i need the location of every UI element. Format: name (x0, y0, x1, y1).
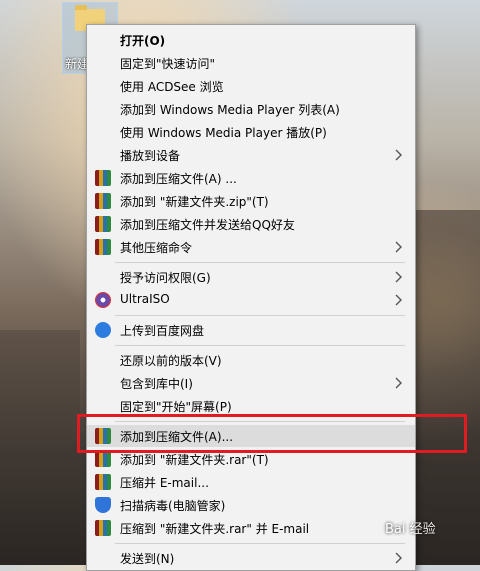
menu-item-send-to[interactable]: 发送到(N) (87, 547, 415, 569)
menu-item-label: 扫描病毒(电脑管家) (120, 499, 226, 513)
chevron-right-icon (395, 377, 402, 389)
chevron-right-icon (395, 149, 402, 161)
ultraiso-icon (95, 292, 111, 308)
menu-item-ultraiso[interactable]: UltraISO (87, 289, 415, 311)
winrar-icon (95, 520, 111, 536)
menu-item-label: 发送到(N) (120, 552, 175, 566)
menu-item-label: 使用 ACDSee 浏览 (120, 80, 224, 94)
menu-item-compress-email[interactable]: 压缩并 E-mail... (87, 471, 415, 493)
menu-item-label: 其他压缩命令 (120, 241, 193, 255)
menu-item-label: 还原以前的版本(V) (120, 354, 222, 368)
background-building (0, 330, 80, 565)
menu-item-grant-access[interactable]: 授予访问权限(G) (87, 266, 415, 288)
menu-item-label: 添加到压缩文件并发送给QQ好友 (120, 218, 295, 232)
menu-item-include-library[interactable]: 包含到库中(I) (87, 372, 415, 394)
baidu-jingyan-watermark: Bai 经验 (385, 522, 436, 537)
chevron-right-icon (395, 552, 402, 564)
menu-item-add-zip[interactable]: 添加到 "新建文件夹.zip"(T) (87, 190, 415, 212)
menu-item-open[interactable]: 打开(O) (87, 29, 415, 51)
menu-item-label: 压缩并 E-mail... (120, 476, 209, 490)
menu-separator (115, 315, 405, 316)
winrar-icon (95, 239, 111, 255)
winrar-icon (95, 451, 111, 467)
menu-item-label: 压缩到 "新建文件夹.rar" 并 E-mail (120, 522, 310, 536)
menu-item-acdsee[interactable]: 使用 ACDSee 浏览 (87, 75, 415, 97)
menu-item-label: 播放到设备 (120, 149, 181, 163)
winrar-icon (95, 474, 111, 490)
menu-item-label: 添加到 "新建文件夹.zip"(T) (120, 195, 269, 209)
menu-item-label: 添加到 "新建文件夹.rar"(T) (120, 453, 269, 467)
menu-separator (115, 543, 405, 544)
menu-item-baidu-upload[interactable]: 上传到百度网盘 (87, 319, 415, 341)
context-menu: 打开(O) 固定到"快速访问" 使用 ACDSee 浏览 添加到 Windows… (86, 24, 416, 571)
background-building (410, 210, 480, 565)
menu-item-label: 添加到 Windows Media Player 列表(A) (120, 103, 340, 117)
menu-item-scan-virus[interactable]: 扫描病毒(电脑管家) (87, 494, 415, 516)
menu-item-label: 打开(O) (120, 34, 166, 48)
menu-item-add-send-qq[interactable]: 添加到压缩文件并发送给QQ好友 (87, 213, 415, 235)
menu-item-label: UltraISO (120, 292, 170, 306)
menu-item-label: 固定到"快速访问" (120, 57, 216, 71)
winrar-icon (95, 193, 111, 209)
chevron-right-icon (395, 294, 402, 306)
menu-item-compress-rar-email[interactable]: 压缩到 "新建文件夹.rar" 并 E-mail (87, 517, 415, 539)
chevron-right-icon (395, 241, 402, 253)
menu-item-label: 添加到压缩文件(A) ... (120, 172, 237, 186)
menu-item-label: 固定到"开始"屏幕(P) (120, 400, 232, 414)
menu-item-cast-to-device[interactable]: 播放到设备 (87, 144, 415, 166)
menu-item-add-archive[interactable]: 添加到压缩文件(A) ... (87, 167, 415, 189)
menu-item-wmp-add-list[interactable]: 添加到 Windows Media Player 列表(A) (87, 98, 415, 120)
annotation-highlight-box (77, 414, 467, 453)
menu-item-restore-versions[interactable]: 还原以前的版本(V) (87, 349, 415, 371)
menu-item-pin-quick-access[interactable]: 固定到"快速访问" (87, 52, 415, 74)
chevron-right-icon (395, 271, 402, 283)
winrar-icon (95, 216, 111, 232)
menu-item-wmp-play[interactable]: 使用 Windows Media Player 播放(P) (87, 121, 415, 143)
menu-item-label: 授予访问权限(G) (120, 271, 211, 285)
winrar-icon (95, 170, 111, 186)
menu-item-label: 使用 Windows Media Player 播放(P) (120, 126, 327, 140)
menu-item-label: 上传到百度网盘 (120, 324, 205, 338)
baidu-netdisk-icon (95, 322, 111, 338)
menu-separator (115, 262, 405, 263)
shield-icon (95, 497, 111, 513)
menu-item-other-compress[interactable]: 其他压缩命令 (87, 236, 415, 258)
menu-separator (115, 345, 405, 346)
menu-item-label: 包含到库中(I) (120, 377, 193, 391)
